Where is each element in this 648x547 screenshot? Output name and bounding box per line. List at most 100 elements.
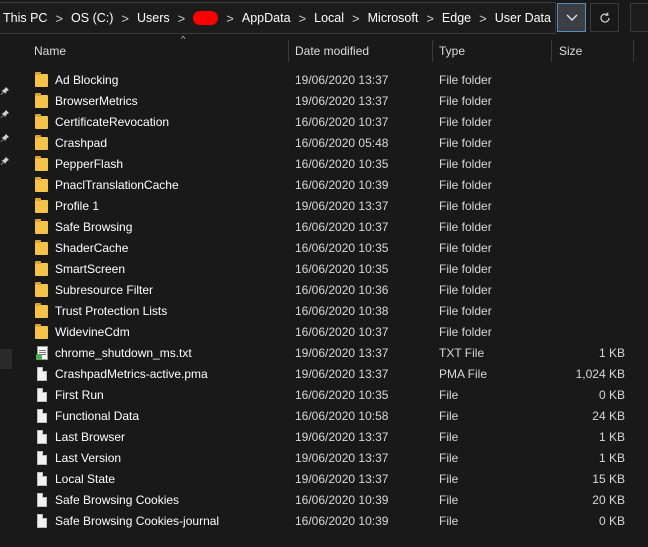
column-name[interactable]: Name: [34, 38, 66, 64]
column-divider[interactable]: [551, 40, 552, 62]
folder-row[interactable]: BrowserMetrics 19/06/2020 13:37 File folde…: [27, 91, 637, 112]
folder-row[interactable]: CertificateRevocation 16/06/2020 10:37 Fil…: [27, 112, 637, 133]
file-row[interactable]: Safe Browsing Cookies 16/06/2020 10:39 Fil…: [27, 490, 637, 511]
folder-icon: [33, 322, 49, 343]
breadcrumb-separator[interactable]: >: [475, 11, 491, 26]
file-icon: [33, 511, 49, 532]
file-type: File: [439, 514, 459, 528]
file-name: Subresource Filter: [55, 283, 154, 297]
file-type: File: [439, 493, 459, 507]
file-row[interactable]: Safe Browsing Cookies-journal 16/06/2020 …: [27, 511, 637, 532]
folder-icon: [33, 91, 49, 112]
file-date-modified: 19/06/2020 13:37: [295, 430, 389, 444]
file-type: File folder: [439, 94, 492, 108]
pin-icon[interactable]: [0, 86, 12, 98]
file-name: First Run: [55, 388, 104, 402]
file-size: 1,024 KB: [575, 367, 625, 381]
column-size[interactable]: Size: [559, 38, 582, 64]
folder-row[interactable]: SmartScreen 16/06/2020 10:35 File folder: [27, 259, 637, 280]
folder-icon: [33, 301, 49, 322]
folder-row[interactable]: Trust Protection Lists 16/06/2020 10:38 Fi…: [27, 301, 637, 322]
file-row[interactable]: Last Browser 19/06/2020 13:37 File 1 KB: [27, 427, 637, 448]
folder-row[interactable]: Crashpad 16/06/2020 05:48 File folder: [27, 133, 637, 154]
crumb-os-drive[interactable]: OS (C:): [67, 11, 117, 25]
folder-row[interactable]: PepperFlash 16/06/2020 10:35 File folder: [27, 154, 637, 175]
crumb-users[interactable]: Users: [133, 11, 174, 25]
file-name: Local State: [55, 472, 116, 486]
breadcrumb-separator[interactable]: >: [174, 11, 190, 26]
file-type: File: [439, 409, 459, 423]
column-type[interactable]: Type: [439, 38, 465, 64]
pin-icon[interactable]: [0, 156, 12, 168]
file-name: Safe Browsing Cookies-journal: [55, 514, 220, 528]
file-name: BrowserMetrics: [55, 94, 138, 108]
column-date-modified[interactable]: Date modified: [295, 38, 369, 64]
breadcrumb-separator[interactable]: >: [117, 11, 133, 26]
address-history-button[interactable]: [557, 3, 586, 32]
file-date-modified: 16/06/2020 10:37: [295, 115, 389, 129]
crumb-appdata[interactable]: AppData: [238, 11, 295, 25]
refresh-icon: [599, 12, 610, 23]
file-size: 15 KB: [592, 472, 625, 486]
crumb-microsoft[interactable]: Microsoft: [364, 11, 423, 25]
file-icon: [33, 406, 49, 427]
chevron-down-icon: [566, 14, 577, 21]
breadcrumb[interactable]: This PC > OS (C:) > Users > > AppData > …: [0, 2, 556, 34]
file-icon: [33, 469, 49, 490]
column-header: ^ Name Date modified Type Size: [27, 34, 637, 64]
breadcrumb-separator[interactable]: >: [348, 11, 364, 26]
column-divider[interactable]: [432, 40, 433, 62]
search-box[interactable]: [630, 3, 648, 32]
folder-icon: [33, 154, 49, 175]
pin-icon[interactable]: [0, 109, 12, 121]
sort-ascending-icon: ^: [181, 34, 186, 44]
file-size: 0 KB: [598, 514, 625, 528]
crumb-this-pc[interactable]: This PC: [0, 11, 51, 25]
breadcrumb-separator[interactable]: >: [51, 11, 67, 26]
file-row[interactable]: Last Version 19/06/2020 13:37 File 1 KB: [27, 448, 637, 469]
file-name: PepperFlash: [55, 157, 124, 171]
file-date-modified: 16/06/2020 10:37: [295, 325, 389, 339]
file-date-modified: 19/06/2020 13:37: [295, 472, 389, 486]
file-date-modified: 16/06/2020 05:48: [295, 136, 389, 150]
file-row[interactable]: Functional Data 16/06/2020 10:58 File 24 KB: [27, 406, 637, 427]
navigation-pane[interactable]: [0, 36, 14, 547]
file-name: Profile 1: [55, 199, 100, 213]
file-type: File folder: [439, 325, 492, 339]
folder-row[interactable]: WidevineCdm 16/06/2020 10:37 File folder: [27, 322, 637, 343]
column-divider[interactable]: [288, 40, 289, 62]
pin-icon[interactable]: [0, 133, 12, 145]
folder-icon: [33, 238, 49, 259]
file-size: 24 KB: [592, 409, 625, 423]
breadcrumb-separator[interactable]: >: [422, 11, 438, 26]
file-date-modified: 16/06/2020 10:35: [295, 241, 389, 255]
file-date-modified: 16/06/2020 10:35: [295, 157, 389, 171]
file-size: 1 KB: [598, 346, 625, 360]
folder-row[interactable]: Ad Blocking 19/06/2020 13:37 File folder: [27, 70, 637, 91]
file-date-modified: 16/06/2020 10:35: [295, 388, 389, 402]
refresh-button[interactable]: [590, 3, 619, 32]
file-row[interactable]: First Run 16/06/2020 10:35 File 0 KB: [27, 385, 637, 406]
folder-row[interactable]: Subresource Filter 16/06/2020 10:36 File f…: [27, 280, 637, 301]
crumb-edge[interactable]: Edge: [438, 11, 475, 25]
file-name: CrashpadMetrics-active.pma: [55, 367, 208, 381]
column-divider[interactable]: [633, 40, 634, 62]
breadcrumb-separator[interactable]: >: [222, 11, 238, 26]
file-row[interactable]: Local State 19/06/2020 13:37 File 15 KB: [27, 469, 637, 490]
file-name: Safe Browsing Cookies: [55, 493, 180, 507]
folder-row[interactable]: PnaclTranslationCache 16/06/2020 10:39 Fil…: [27, 175, 637, 196]
crumb-user-data[interactable]: User Data: [491, 11, 555, 25]
file-row[interactable]: CrashpadMetrics-active.pma 19/06/2020 13:…: [27, 364, 637, 385]
redacted-username[interactable]: [193, 11, 219, 25]
file-name: Crashpad: [55, 136, 108, 150]
nav-selected-item[interactable]: [0, 349, 12, 369]
folder-row[interactable]: Safe Browsing 16/06/2020 10:37 File folder: [27, 217, 637, 238]
file-icon: [33, 364, 49, 385]
file-date-modified: 16/06/2020 10:38: [295, 304, 389, 318]
crumb-local[interactable]: Local: [310, 11, 348, 25]
folder-row[interactable]: Profile 1 19/06/2020 13:37 File folder: [27, 196, 637, 217]
folder-row[interactable]: ShaderCache 16/06/2020 10:35 File folder: [27, 238, 637, 259]
file-row[interactable]: chrome_shutdown_ms.txt 19/06/2020 13:37 TX…: [27, 343, 637, 364]
breadcrumb-separator[interactable]: >: [295, 11, 311, 26]
file-date-modified: 16/06/2020 10:37: [295, 220, 389, 234]
